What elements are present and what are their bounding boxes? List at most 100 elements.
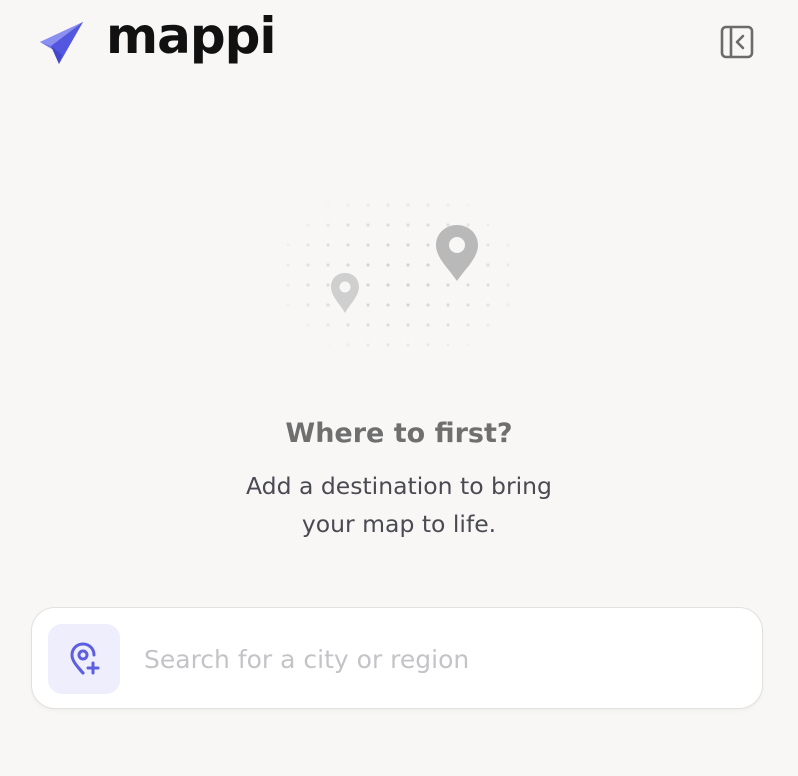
app-header: mappi (0, 0, 798, 90)
search-input[interactable] (144, 632, 724, 686)
grid-dot (506, 263, 510, 267)
grid-dot (386, 203, 390, 207)
grid-dot (386, 303, 390, 307)
paper-plane-icon (40, 22, 83, 64)
grid-dot (326, 323, 330, 327)
grid-dot (486, 303, 490, 307)
grid-dot (346, 343, 350, 347)
grid-dot (406, 263, 410, 267)
empty-state-illustration (280, 195, 520, 355)
grid-dot (346, 203, 350, 207)
grid-dot (446, 303, 450, 307)
grid-dot (366, 223, 370, 227)
grid-dot (366, 203, 370, 207)
grid-dot (506, 203, 510, 207)
grid-dot (446, 343, 450, 347)
grid-dot (426, 343, 430, 347)
grid-dot (506, 223, 510, 227)
grid-dot (466, 283, 470, 287)
destination-search-bar[interactable] (31, 607, 763, 709)
grid-dot (366, 343, 370, 347)
grid-dot (446, 283, 450, 287)
grid-dot (486, 283, 490, 287)
grid-dot (406, 243, 410, 247)
sidebar-collapse-icon (720, 25, 754, 59)
grid-dot (286, 283, 290, 287)
map-pins-icon (286, 203, 510, 347)
grid-dot (506, 303, 510, 307)
grid-dot (426, 243, 430, 247)
grid-dot (486, 223, 490, 227)
grid-dot (286, 243, 290, 247)
grid-dot (506, 243, 510, 247)
grid-dot (466, 203, 470, 207)
grid-dot (406, 343, 410, 347)
grid-dot (466, 323, 470, 327)
grid-dot (506, 343, 510, 347)
grid-dot (406, 223, 410, 227)
grid-dot (506, 323, 510, 327)
grid-dot (286, 343, 290, 347)
grid-dot (306, 203, 310, 207)
grid-dot (366, 283, 370, 287)
empty-state-title: Where to first? (285, 418, 513, 449)
grid-dot (306, 243, 310, 247)
grid-dot (366, 243, 370, 247)
grid-dot (426, 323, 430, 327)
app-name: mappi (106, 7, 277, 65)
grid-dot (366, 263, 370, 267)
grid-dot (406, 203, 410, 207)
app-logo[interactable]: mappi (38, 7, 277, 66)
grid-dot (306, 323, 310, 327)
grid-dot (486, 323, 490, 327)
grid-dot (306, 263, 310, 267)
grid-dot (386, 243, 390, 247)
grid-dot (386, 223, 390, 227)
grid-dot (366, 303, 370, 307)
grid-dot (306, 283, 310, 287)
grid-dot (406, 323, 410, 327)
grid-dot (286, 303, 290, 307)
grid-dot (306, 303, 310, 307)
grid-dot (386, 343, 390, 347)
grid-dot (406, 303, 410, 307)
grid-dot (326, 203, 330, 207)
sidebar-collapse-button[interactable] (717, 22, 757, 62)
grid-dot (306, 223, 310, 227)
grid-dot (466, 343, 470, 347)
grid-dot (386, 283, 390, 287)
grid-dot (286, 223, 290, 227)
grid-dot (486, 263, 490, 267)
grid-dot (326, 243, 330, 247)
grid-dot (486, 203, 490, 207)
grid-dot (446, 223, 450, 227)
grid-dot (446, 203, 450, 207)
grid-dot (326, 263, 330, 267)
grid-dot (426, 263, 430, 267)
add-destination-button[interactable] (48, 624, 120, 694)
grid-dot (386, 323, 390, 327)
grid-dot (426, 283, 430, 287)
large-map-pin-icon (436, 225, 478, 281)
grid-dot (346, 323, 350, 327)
grid-dot (326, 223, 330, 227)
grid-dot (366, 323, 370, 327)
grid-dot (306, 343, 310, 347)
grid-dot (486, 243, 490, 247)
grid-dot (426, 203, 430, 207)
grid-dot (346, 243, 350, 247)
grid-dot (286, 203, 290, 207)
grid-dot (326, 283, 330, 287)
map-pin-plus-icon (70, 642, 100, 675)
grid-dot (286, 263, 290, 267)
grid-dot (326, 303, 330, 307)
grid-dot (346, 263, 350, 267)
grid-dot (346, 223, 350, 227)
grid-dot (466, 223, 470, 227)
grid-dot (506, 283, 510, 287)
grid-dot (286, 323, 290, 327)
grid-dot (486, 343, 490, 347)
grid-dot (446, 323, 450, 327)
grid-dot (426, 223, 430, 227)
small-map-pin-icon (331, 273, 359, 313)
